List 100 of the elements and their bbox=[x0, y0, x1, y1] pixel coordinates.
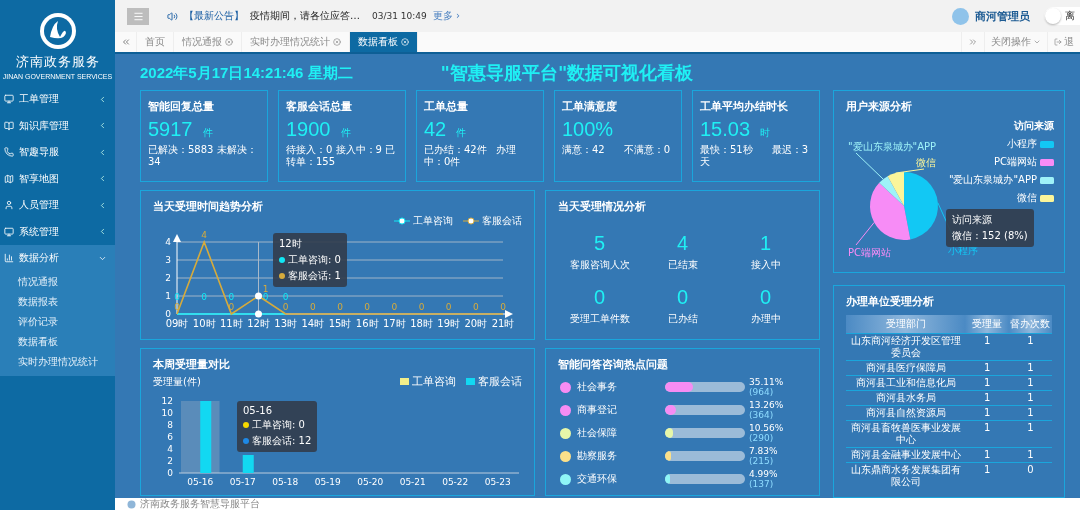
card-unit: 件 bbox=[456, 126, 467, 140]
double-chevron-left-icon bbox=[120, 37, 131, 47]
sidebar-item[interactable]: 人员管理 bbox=[0, 192, 115, 219]
notice-text[interactable]: 疫情期间，请各位应答… bbox=[250, 9, 360, 23]
date-time: 2022年5月17日14:21:46 星期二 bbox=[140, 63, 353, 83]
axis-tick-label: 05-22 bbox=[442, 477, 469, 487]
axis-tick-label: 14时 bbox=[301, 318, 325, 329]
panel-title: 智能问答咨询热点问题 bbox=[558, 357, 669, 372]
percent-text: 4.99% bbox=[749, 469, 778, 479]
table-cell: 商河县工业和信息化局 bbox=[846, 375, 966, 391]
axis-tick-label: 4 bbox=[165, 237, 171, 247]
data-label: 0 bbox=[201, 292, 208, 302]
slice-label: 微信 bbox=[916, 157, 936, 168]
axis-tick-label: 05-21 bbox=[399, 477, 426, 487]
sidebar-subitem[interactable]: 情况通报 bbox=[0, 271, 115, 292]
sidebar-subitem[interactable]: 数据报表 bbox=[0, 291, 115, 312]
data-label: 0 bbox=[337, 302, 343, 312]
stat-label: 已办结 bbox=[667, 312, 698, 326]
table-cell: 1 bbox=[1008, 405, 1052, 421]
data-label: 0 bbox=[391, 302, 398, 312]
menu-icon bbox=[132, 10, 144, 22]
axis-tick-label: 18时 bbox=[410, 318, 433, 329]
sidebar-item[interactable]: 智享地图 bbox=[0, 165, 115, 192]
chevron-left-icon bbox=[98, 227, 107, 237]
axis-tick-label: 16时 bbox=[355, 318, 379, 329]
data-label: 0 bbox=[228, 292, 235, 302]
legend-item: 工单咨询 bbox=[400, 374, 456, 389]
stat-value: 4 bbox=[676, 232, 689, 255]
card-detail: 待接入：0 接入中：9 已转单：155 bbox=[286, 144, 397, 168]
axis-tick-label: 15时 bbox=[328, 318, 352, 329]
topic-label: 社会保障 bbox=[577, 426, 618, 440]
user-name[interactable]: 商河管理员 bbox=[975, 8, 1030, 24]
sidebar-subitem[interactable]: 实时办理情况统计 bbox=[0, 351, 115, 372]
user-icon bbox=[4, 200, 14, 211]
table-cell: 1 bbox=[1008, 375, 1052, 391]
table-cell: 0 bbox=[1008, 462, 1052, 489]
axis-tick-label: 10 bbox=[161, 408, 173, 418]
card-title: 工单平均办结时长 bbox=[700, 99, 789, 114]
bar bbox=[242, 455, 254, 473]
tooltip-line: 微信 : 152 (8%) bbox=[952, 229, 1028, 243]
axis-tick-label: 12时 bbox=[247, 318, 270, 329]
speaker-icon bbox=[167, 10, 178, 22]
table-cell: 山东鼎商水务发展集团有限公司 bbox=[846, 462, 966, 489]
stat-value: 0 bbox=[676, 286, 689, 309]
percent-text: 35.11% bbox=[749, 377, 784, 387]
table-cell: 商河县自然资源局 bbox=[846, 405, 966, 421]
card-value: 5917 bbox=[148, 118, 193, 141]
sidebar-item[interactable]: 数据分析 bbox=[0, 245, 115, 272]
axis-tick-label: 10时 bbox=[192, 318, 216, 329]
card-detail: 已解决：5883 未解决：34 bbox=[148, 144, 258, 168]
sidebar-item[interactable]: 智趣导服 bbox=[0, 139, 115, 166]
phone-icon bbox=[4, 147, 14, 158]
card-title: 客服会话总量 bbox=[286, 99, 353, 114]
axis-tick-label: 05-18 bbox=[272, 477, 299, 487]
axis-tick-label: 0 bbox=[165, 309, 171, 319]
table-cell: 商河县金融事业发展中心 bbox=[846, 447, 966, 463]
legend-title: 访问来源 bbox=[1014, 119, 1054, 133]
table-cell: 1 bbox=[965, 333, 1009, 361]
data-label: 0 bbox=[282, 292, 289, 302]
sidebar-item[interactable]: 工单管理 bbox=[0, 86, 115, 113]
legend-marker-icon bbox=[463, 217, 479, 225]
stat-label: 已结束 bbox=[667, 258, 698, 272]
notice-time: 03/31 10:49 bbox=[372, 11, 427, 21]
axis-tick-label: 3 bbox=[165, 255, 171, 265]
close-icon bbox=[225, 38, 233, 46]
sidebar-subitem[interactable]: 数据看板 bbox=[0, 331, 115, 352]
axis-tick-label: 05-17 bbox=[229, 477, 256, 487]
stat-label: 办理中 bbox=[750, 312, 781, 326]
table-cell: 1 bbox=[965, 390, 1009, 406]
stat-value: 5 bbox=[593, 232, 606, 255]
count-text: (364) bbox=[749, 410, 775, 420]
legend-item: 工单咨询 bbox=[394, 214, 453, 228]
y-axis-label: 受理量(件) bbox=[153, 374, 201, 389]
slice-label: 小程序 bbox=[948, 245, 978, 256]
column-header: 督办次数 bbox=[1008, 315, 1052, 334]
more-link[interactable]: 更多 › bbox=[432, 9, 460, 23]
logout-icon bbox=[1054, 38, 1062, 46]
menu-button[interactable] bbox=[127, 7, 149, 25]
card-unit: 件 bbox=[202, 126, 213, 140]
tooltip-title: 12时 bbox=[279, 237, 303, 251]
legend-item: 客服会话 bbox=[466, 374, 522, 389]
logo-text: 济南政务服务 bbox=[15, 52, 100, 71]
data-label: 0 bbox=[445, 302, 452, 312]
percent-text: 13.26% bbox=[749, 400, 784, 410]
logo-icon bbox=[127, 499, 136, 509]
sidebar-item[interactable]: 系统管理 bbox=[0, 218, 115, 245]
percent-text: 10.56% bbox=[749, 423, 784, 433]
count-text: (290) bbox=[749, 433, 775, 443]
sidebar-subitem[interactable]: 评价记录 bbox=[0, 311, 115, 332]
slice-label: PC端网站 bbox=[848, 247, 891, 258]
close-icon bbox=[333, 38, 341, 46]
axis-tick-label: 1 bbox=[165, 291, 171, 301]
leader-line bbox=[855, 152, 884, 180]
dashboard-title: "智惠导服平台"数据可视化看板 bbox=[440, 61, 694, 85]
panel-title: 用户来源分析 bbox=[846, 99, 913, 114]
tab[interactable]: 数据看板 bbox=[350, 32, 418, 52]
sidebar-item[interactable]: 知识库管理 bbox=[0, 112, 115, 139]
stat-value: 0 bbox=[759, 286, 772, 309]
leave-toggle[interactable]: 离 bbox=[1044, 7, 1080, 25]
double-chevron-right-icon bbox=[968, 37, 978, 47]
